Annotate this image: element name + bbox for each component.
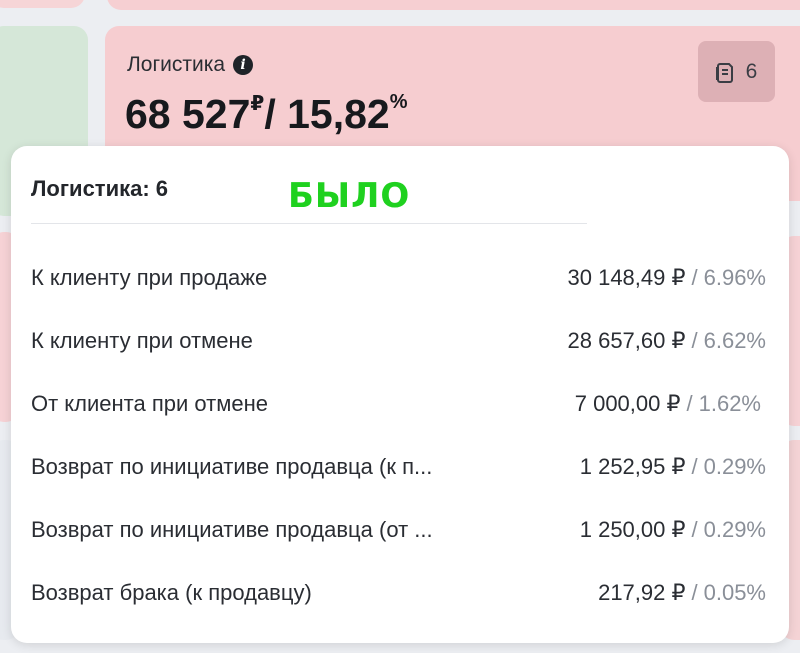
annotation-note: БЫЛО <box>288 176 411 216</box>
row-value: 1 252,95 ₽/0.29% <box>580 454 766 480</box>
total-percent-sign: % <box>389 91 408 113</box>
row-percent: 0.05% <box>703 580 766 605</box>
row-separator: / <box>691 580 698 605</box>
row-label: К клиенту при продаже <box>31 265 268 290</box>
total-currency: ₽ <box>250 93 265 115</box>
popover-title: Логистика: 6 <box>31 176 169 201</box>
total-percent-value: / 15,82 <box>264 91 390 137</box>
row-value: 1 250,00 ₽/0.29% <box>580 517 766 543</box>
row-separator: / <box>691 454 698 479</box>
row-value: 30 148,49 ₽/6.96% <box>568 265 767 291</box>
card-title-text: Логистика <box>127 53 226 76</box>
row-amount: 1 250,00 ₽ <box>579 517 686 542</box>
info-icon[interactable]: i <box>233 55 254 75</box>
row-separator: / <box>691 517 698 542</box>
row-label: Возврат по инициативе продавца (от ... <box>31 517 433 542</box>
row-value: 28 657,60 ₽/6.62% <box>568 328 767 354</box>
background-tile <box>0 0 85 8</box>
row-separator: / <box>691 328 698 353</box>
row-separator: / <box>691 265 698 290</box>
row-percent: 1.62% <box>698 391 761 416</box>
row-label: Возврат по инициативе продавца (к п... <box>31 454 433 479</box>
divider <box>31 223 587 224</box>
card-total: 68 527₽/ 15,82% <box>125 91 408 138</box>
breakdown-row: К клиенту при продаже 30 148,49 ₽/6.96% <box>31 258 766 298</box>
total-amount: 68 527 <box>125 91 251 137</box>
document-icon <box>715 62 733 83</box>
row-percent: 6.62% <box>703 328 766 353</box>
row-percent: 0.29% <box>703 454 766 479</box>
row-amount: 28 657,60 ₽ <box>567 328 686 353</box>
logistics-breakdown-popover: Логистика: 6 БЫЛО К клиенту при продаже … <box>11 146 789 643</box>
breakdown-row: От клиента при отмене 7 000,00 ₽/1.62% <box>31 384 766 424</box>
row-percent: 6.96% <box>703 265 766 290</box>
row-percent: 0.29% <box>703 517 766 542</box>
row-amount: 1 252,95 ₽ <box>579 454 686 479</box>
documents-button[interactable]: 6 <box>698 41 775 102</box>
row-amount: 30 148,49 ₽ <box>567 265 686 290</box>
row-label: От клиента при отмене <box>31 391 268 416</box>
row-amount: 7 000,00 ₽ <box>574 391 681 416</box>
card-title: Логистика i <box>127 53 254 77</box>
row-amount: 217,92 ₽ <box>598 580 686 605</box>
breakdown-row: К клиенту при отмене 28 657,60 ₽/6.62% <box>31 321 766 361</box>
row-label: Возврат брака (к продавцу) <box>31 580 312 605</box>
row-label: К клиенту при отмене <box>31 328 253 353</box>
background-tile <box>107 0 800 10</box>
row-value: 7 000,00 ₽/1.62% <box>575 391 761 417</box>
breakdown-row: Возврат по инициативе продавца (от ... 1… <box>31 510 766 550</box>
row-value: 217,92 ₽/0.05% <box>598 580 766 606</box>
breakdown-row: Возврат брака (к продавцу) 217,92 ₽/0.05… <box>31 573 766 613</box>
row-separator: / <box>686 391 693 416</box>
breakdown-row: Возврат по инициативе продавца (к п... 1… <box>31 447 766 487</box>
documents-count: 6 <box>745 59 758 83</box>
